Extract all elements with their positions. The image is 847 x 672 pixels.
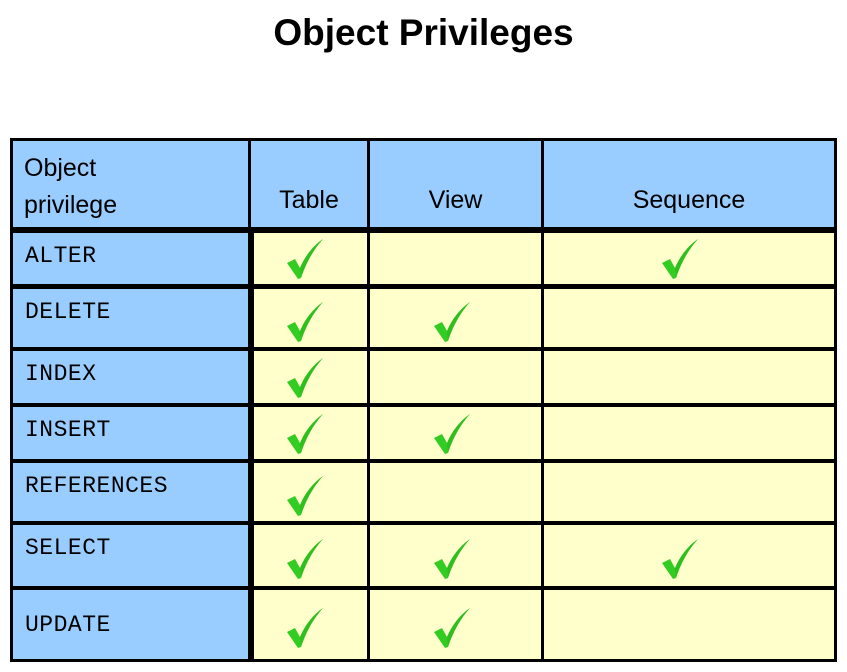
row-label-update: UPDATE [13, 590, 248, 659]
cell-update-sequence [544, 590, 834, 659]
checkmark-icon [285, 301, 325, 343]
page-title: Object Privileges [273, 12, 574, 53]
row-label-delete: DELETE [13, 289, 248, 347]
cell-delete-sequence [544, 289, 834, 347]
checkmark-icon [285, 413, 325, 455]
header-object-privilege: Object privilege [13, 141, 248, 227]
checkmark-icon [660, 538, 700, 580]
checkmark-icon [285, 475, 325, 517]
row-label-insert: INSERT [13, 407, 248, 459]
checkmark-icon [285, 607, 325, 649]
header-table: Table [251, 141, 367, 227]
checkmark-icon [660, 238, 700, 280]
header-view: View [370, 141, 541, 227]
row-label-index: INDEX [13, 351, 248, 403]
cell-alter-view [370, 233, 541, 284]
cell-insert-sequence [544, 407, 834, 459]
header-sequence-label: Sequence [632, 186, 746, 214]
privileges-table: Object privilege Table View Sequence ALT… [10, 138, 837, 662]
header-line-1: Object [24, 154, 97, 182]
checkmark-icon [432, 607, 472, 649]
header-table-label: Table [279, 186, 339, 214]
row-label-select: SELECT [13, 525, 248, 586]
cell-references-sequence [544, 463, 834, 521]
row-label-references: REFERENCES [13, 463, 248, 521]
row-label-alter: ALTER [13, 233, 248, 284]
cell-index-view [370, 351, 541, 403]
checkmark-icon [285, 238, 325, 280]
header-sequence: Sequence [544, 141, 834, 227]
checkmark-icon [432, 301, 472, 343]
checkmark-icon [432, 538, 472, 580]
cell-index-sequence [544, 351, 834, 403]
checkmark-icon [285, 538, 325, 580]
header-view-label: View [428, 186, 483, 214]
checkmark-icon [285, 357, 325, 399]
header-line-2: privilege [24, 191, 118, 219]
checkmark-icon [432, 413, 472, 455]
cell-references-view [370, 463, 541, 521]
